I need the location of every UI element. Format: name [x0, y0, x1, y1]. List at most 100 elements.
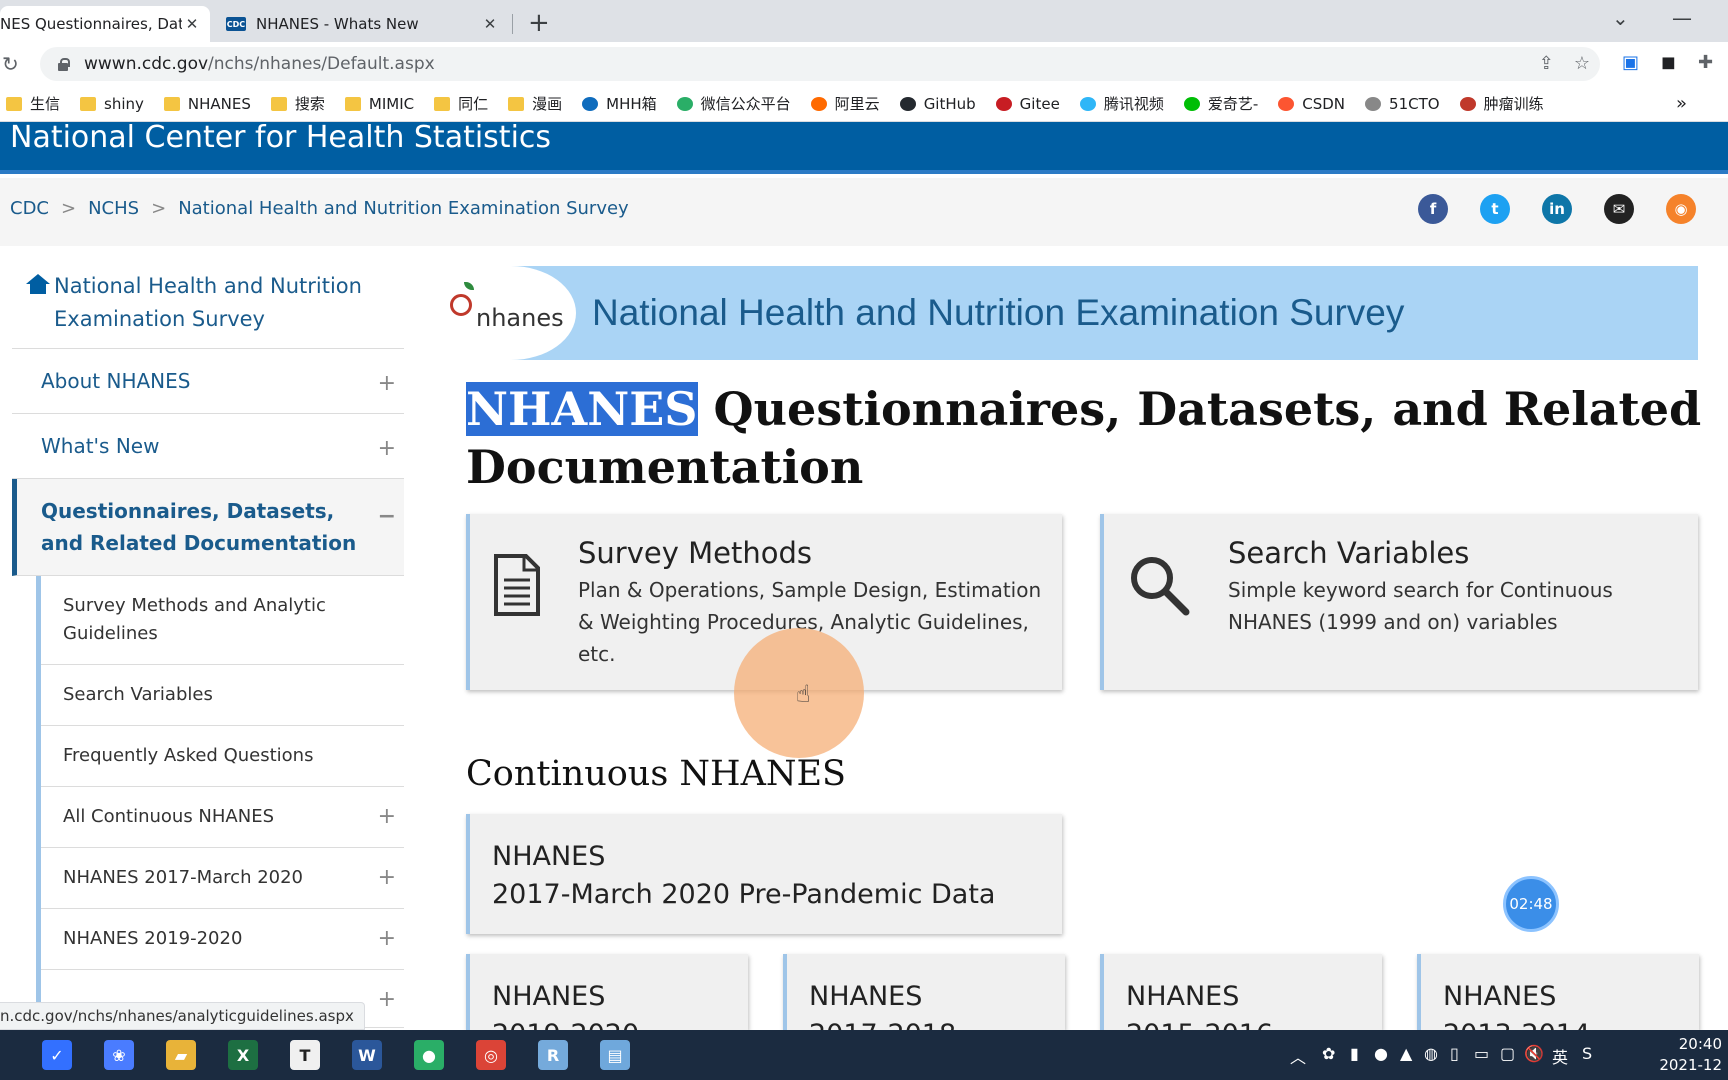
- word-icon[interactable]: W: [352, 1040, 382, 1070]
- bookmark-folder-6[interactable]: 漫画: [508, 93, 562, 114]
- bookmark-folder-2[interactable]: NHANES: [163, 95, 251, 113]
- share-icon[interactable]: ⇪: [1539, 53, 1554, 74]
- bookmark-label: MHH箱: [606, 95, 657, 113]
- reload-icon[interactable]: ↻: [2, 52, 19, 76]
- syndicate-icon[interactable]: ◉: [1666, 194, 1696, 224]
- bookmark-folder-1[interactable]: shiny: [80, 95, 144, 113]
- cycle-line2: 2017-2018: [809, 1016, 956, 1030]
- kuake-icon[interactable]: ❀: [104, 1040, 134, 1070]
- cycle-card-2017-2020[interactable]: NHANES 2017-March 2020 Pre-Pandemic Data: [466, 814, 1062, 934]
- excel-icon[interactable]: X: [228, 1040, 258, 1070]
- speaker-muted-icon[interactable]: 🔇: [1524, 1044, 1544, 1063]
- search-variables-card[interactable]: Search Variables Simple keyword search f…: [1100, 514, 1698, 690]
- bookmark-folder-4[interactable]: MIMIC: [344, 94, 415, 113]
- file-explorer-icon[interactable]: ▰: [166, 1040, 196, 1070]
- new-tab-plus-icon[interactable]: +: [528, 8, 550, 38]
- sidebar-subitem-4[interactable]: NHANES 2017-March 2020 +: [41, 848, 404, 909]
- puzzle-icon[interactable]: ✚: [1698, 52, 1713, 73]
- close-icon[interactable]: ✕: [480, 15, 500, 33]
- address-bar[interactable]: wwwn.cdc.gov/nchs/nhanes/Default.aspx ⇪ …: [40, 47, 1600, 81]
- cycle-card-0[interactable]: NHANES 2019-2020: [466, 954, 748, 1030]
- bookmark-folder-0[interactable]: 生信: [6, 93, 60, 114]
- bookmark-folder-3[interactable]: 搜索: [270, 93, 325, 114]
- bookmark-wechat-mp-8[interactable]: 微信公众平台: [676, 93, 791, 114]
- tab-active[interactable]: NES Questionnaires, Data ✕: [0, 6, 210, 42]
- sidebar-item-1[interactable]: What's New +: [12, 414, 404, 479]
- facebook-icon[interactable]: f: [1418, 194, 1448, 224]
- chrome-icon[interactable]: ◎: [476, 1040, 506, 1070]
- sogou-icon[interactable]: S: [1582, 1044, 1592, 1063]
- wechat-tray-icon[interactable]: ●: [1374, 1044, 1388, 1063]
- bookmark-aliyun-9[interactable]: 阿里云: [810, 93, 880, 114]
- email-icon[interactable]: ✉: [1604, 194, 1634, 224]
- gitee-icon: [995, 96, 1012, 111]
- r-studio-icon[interactable]: R: [538, 1040, 568, 1070]
- bookmark-csdn-14[interactable]: CSDN: [1278, 95, 1345, 113]
- nhanes-banner: nhanes National Health and Nutrition Exa…: [446, 266, 1698, 360]
- bookmark-github-10[interactable]: GitHub: [899, 95, 976, 113]
- ime-indicator[interactable]: 英: [1552, 1044, 1568, 1068]
- expand-icon[interactable]: +: [378, 986, 396, 1014]
- folder-icon: [508, 96, 525, 111]
- sidebar-subitem-1[interactable]: Search Variables: [41, 665, 404, 726]
- recording-timer[interactable]: 02:48: [1503, 876, 1559, 932]
- cycle-card-1[interactable]: NHANES 2017-2018: [783, 954, 1065, 1030]
- feishu-icon[interactable]: ✓: [42, 1040, 72, 1070]
- bookmark-tencent-video-12[interactable]: 腾讯视频: [1079, 93, 1164, 114]
- typora-icon[interactable]: T: [290, 1040, 320, 1070]
- bookmark-tumor-16[interactable]: 肿瘤训练: [1459, 93, 1544, 114]
- save-extension-icon[interactable]: ▣: [1622, 52, 1639, 73]
- bookmark-iqiyi-13[interactable]: 爱奇艺-: [1183, 93, 1258, 114]
- star-icon[interactable]: ☆: [1574, 53, 1590, 74]
- bookmark-outlook-7[interactable]: MHH箱: [582, 93, 657, 114]
- home-icon: [26, 274, 50, 296]
- chevron-down-icon[interactable]: ⌄: [1612, 6, 1629, 30]
- linkedin-icon[interactable]: in: [1542, 194, 1572, 224]
- bookmark-label: MIMIC: [368, 94, 415, 113]
- extension-badge-icon[interactable]: ◼: [1661, 52, 1676, 73]
- bookmark-gitee-11[interactable]: Gitee: [995, 95, 1060, 113]
- site-title[interactable]: National Center for Health Statistics: [10, 122, 551, 155]
- twitter-icon[interactable]: t: [1480, 194, 1510, 224]
- expand-icon[interactable]: +: [378, 436, 396, 461]
- network-icon[interactable]: ▢: [1500, 1044, 1515, 1063]
- cycle-card-3[interactable]: NHANES 2013-2014: [1417, 954, 1699, 1030]
- wechat-icon[interactable]: ●: [414, 1040, 444, 1070]
- expand-icon[interactable]: +: [378, 925, 396, 953]
- bookmark-tray-icon[interactable]: ▯: [1450, 1044, 1459, 1063]
- weibo-icon[interactable]: ◍: [1424, 1044, 1438, 1063]
- expand-icon[interactable]: +: [378, 803, 396, 831]
- microphone-icon[interactable]: ▮: [1350, 1044, 1359, 1063]
- close-icon[interactable]: ✕: [182, 15, 202, 33]
- sidebar-subitem-5[interactable]: NHANES 2019-2020 +: [41, 909, 404, 970]
- expand-icon[interactable]: +: [378, 371, 396, 396]
- notepad-icon[interactable]: ▤: [600, 1040, 630, 1070]
- card-title: Search Variables: [1228, 536, 1470, 570]
- bookmarks-more-icon[interactable]: »: [1676, 93, 1687, 114]
- sidebar-item-2[interactable]: Questionnaires, Datasets, and Related Do…: [12, 479, 404, 576]
- collapse-icon[interactable]: −: [378, 501, 396, 533]
- sidebar-subitem-0[interactable]: Survey Methods and Analytic Guidelines: [41, 576, 404, 665]
- cycle-card-2[interactable]: NHANES 2015-2016: [1100, 954, 1382, 1030]
- system-clock[interactable]: 20:40 2021-12: [1659, 1034, 1722, 1076]
- breadcrumb-cdc[interactable]: CDC: [10, 198, 49, 219]
- folder-icon: [80, 96, 97, 111]
- sidebar-subitem-3[interactable]: All Continuous NHANES +: [41, 787, 404, 848]
- tray-chevron-icon[interactable]: ︿: [1290, 1044, 1306, 1068]
- sidebar-item-0[interactable]: About NHANES +: [12, 349, 404, 414]
- tab-whats-new[interactable]: CDC NHANES - Whats New ✕: [218, 6, 508, 42]
- bookmark-folder-5[interactable]: 同仁: [434, 93, 488, 114]
- breadcrumb-nhanes[interactable]: National Health and Nutrition Examinatio…: [178, 198, 629, 219]
- bookmark-51cto-15[interactable]: 51CTO: [1365, 95, 1440, 113]
- battery-icon[interactable]: ▭: [1474, 1044, 1489, 1063]
- breadcrumb-nchs[interactable]: NCHS: [88, 198, 139, 219]
- tray-app-icon[interactable]: ✿: [1322, 1044, 1335, 1063]
- expand-icon[interactable]: +: [378, 864, 396, 892]
- cat-icon[interactable]: ▲: [1400, 1044, 1412, 1063]
- minimize-icon[interactable]: —: [1672, 6, 1692, 30]
- sidebar-subitem-2[interactable]: Frequently Asked Questions: [41, 726, 404, 787]
- csdn-icon: [1278, 96, 1295, 111]
- sidebar-home[interactable]: National Health and Nutrition Examinatio…: [12, 262, 404, 349]
- github-icon: [899, 96, 916, 111]
- cycle-line2: 2013-2014: [1443, 1016, 1590, 1030]
